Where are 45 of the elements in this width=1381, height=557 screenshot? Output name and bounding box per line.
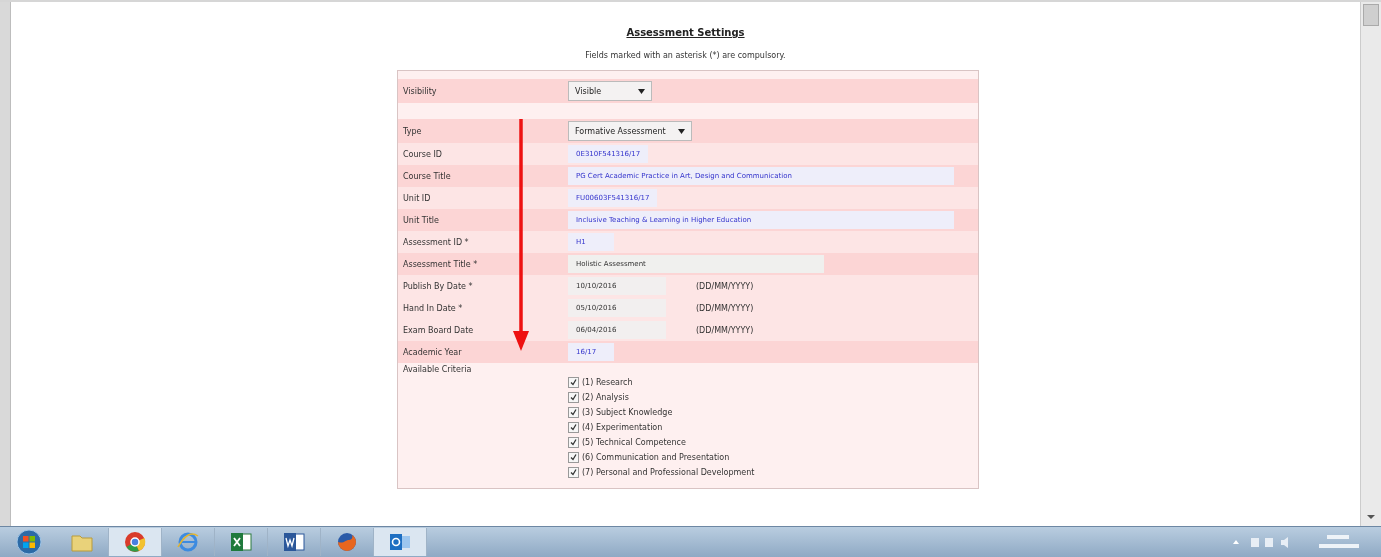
checkbox[interactable] xyxy=(568,467,579,478)
field-label: Assessment Title * xyxy=(403,259,479,269)
criterion-label: (5) Technical Competence xyxy=(582,438,686,447)
criterion-label: (1) Research xyxy=(582,378,633,387)
field-label: Course Title xyxy=(403,171,452,181)
criterion-label: (7) Personal and Professional Development xyxy=(582,468,755,477)
compulsory-note: Fields marked with an asterisk (*) are compulsory. xyxy=(585,51,786,60)
field-label: Hand In Date * xyxy=(403,303,464,313)
browser-e-icon xyxy=(176,531,200,553)
checkbox[interactable] xyxy=(568,377,579,388)
date-format-hint: (DD/MM/YYYY) xyxy=(696,325,754,335)
criterion-label: (3) Subject Knowledge xyxy=(582,408,673,417)
caret-icon xyxy=(638,88,645,94)
mail-icon xyxy=(388,531,412,553)
checkbox[interactable] xyxy=(568,407,579,418)
field-label: Visibility xyxy=(403,86,438,96)
field-label: Academic Year xyxy=(403,347,463,357)
field-label: Exam Board Date xyxy=(403,325,475,335)
taskbar-app-button[interactable] xyxy=(374,528,427,556)
checkbox[interactable] xyxy=(568,392,579,403)
caret-icon xyxy=(677,128,685,134)
page-title: Assessment Settings xyxy=(626,27,745,38)
field-label: Type xyxy=(403,126,423,136)
field-label: Publish By Date * xyxy=(403,281,474,291)
field-label: Unit Title xyxy=(403,215,440,225)
spreadsheet-icon xyxy=(229,531,253,553)
checkbox[interactable] xyxy=(568,422,579,433)
dropdown[interactable]: Formative Assessment xyxy=(568,121,692,141)
date-format-hint: (DD/MM/YYYY) xyxy=(696,303,754,313)
fox-globe-icon xyxy=(335,531,359,553)
field-label: Available Criteria xyxy=(403,365,473,376)
field-label: Course ID xyxy=(403,149,443,159)
criterion-label: (4) Experimentation xyxy=(582,423,663,432)
taskbar-app-button[interactable] xyxy=(109,528,162,556)
start-button[interactable] xyxy=(14,529,44,555)
criterion-label: (2) Analysis xyxy=(582,393,629,402)
date-format-hint: (DD/MM/YYYY) xyxy=(696,281,754,291)
scrollbar-up-button[interactable] xyxy=(1363,4,1379,26)
field-label: Assessment ID * xyxy=(403,237,470,247)
field-label: Unit ID xyxy=(403,193,432,203)
document-icon xyxy=(282,531,306,553)
dropdown[interactable]: Visible xyxy=(568,81,652,101)
criterion-label: (6) Communication and Presentation xyxy=(582,453,730,462)
checkbox[interactable] xyxy=(568,452,579,463)
checkbox[interactable] xyxy=(568,437,579,448)
